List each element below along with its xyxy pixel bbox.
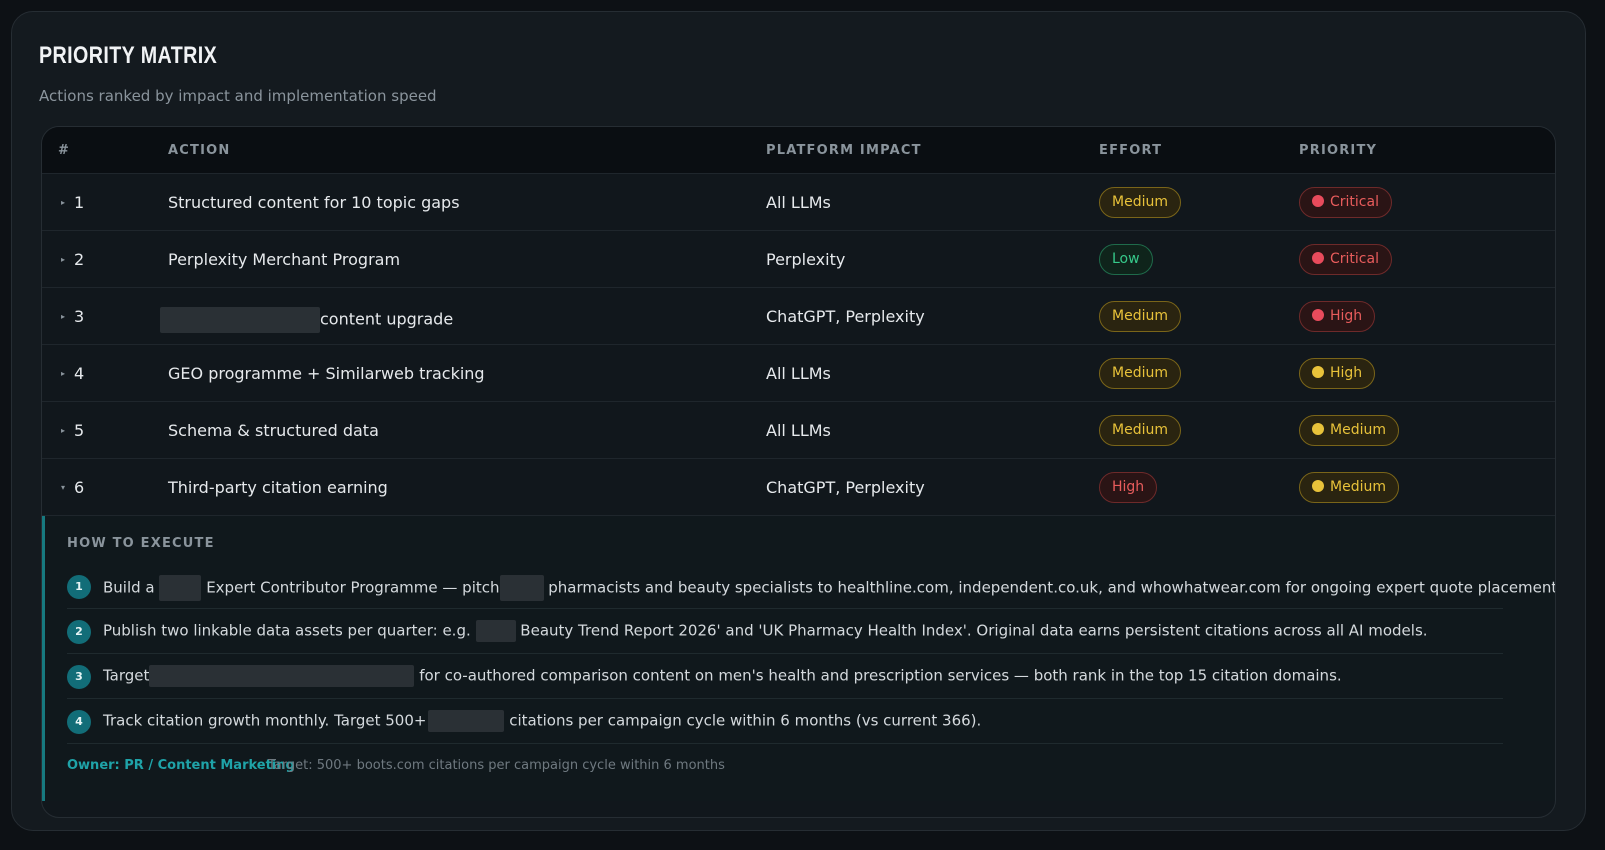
- row-number: 4: [74, 364, 85, 383]
- priority-table: # ACTION PLATFORM IMPACT EFFORT PRIORITY…: [41, 126, 1556, 818]
- column-header-action: ACTION: [168, 143, 231, 158]
- row-action: Perplexity Merchant Program: [168, 250, 401, 269]
- table-row[interactable]: ▸ 2 Perplexity Merchant Program Perplexi…: [42, 231, 1555, 288]
- row-platform: ChatGPT, Perplexity: [766, 307, 925, 326]
- row-platform: All LLMs: [766, 193, 831, 212]
- column-header-num: #: [58, 143, 71, 158]
- expand-caret-icon[interactable]: ▸: [61, 426, 65, 435]
- priority-matrix-card: PRIORITY MATRIX Actions ranked by impact…: [11, 11, 1586, 831]
- page-subtitle: Actions ranked by impact and implementat…: [39, 87, 437, 105]
- priority-label: Medium: [1330, 422, 1386, 438]
- step-number-badge: 1: [67, 575, 91, 599]
- priority-dot-icon: [1312, 309, 1324, 321]
- effort-badge: Medium: [1099, 415, 1181, 446]
- row-action: Third-party citation earning: [168, 478, 388, 497]
- step-text: Track citation growth monthly. Target 50…: [103, 710, 981, 732]
- priority-badge: High: [1299, 301, 1376, 332]
- priority-badge: High: [1299, 358, 1376, 389]
- row-action: Structured content for 10 topic gaps: [168, 193, 460, 212]
- table-row[interactable]: ▸ 3 content upgrade ChatGPT, Perplexity …: [42, 288, 1555, 345]
- table-row[interactable]: ▾ 6 Third-party citation earning ChatGPT…: [42, 459, 1555, 516]
- row-number: 3: [74, 307, 85, 326]
- priority-label: Medium: [1330, 479, 1386, 495]
- priority-dot-icon: [1312, 480, 1324, 492]
- step-text: Publish two linkable data assets per qua…: [103, 620, 1428, 642]
- expand-caret-icon[interactable]: ▸: [61, 255, 65, 264]
- execution-step: 1 Build a Expert Contributor Programme —…: [67, 564, 1555, 609]
- step-number-badge: 2: [67, 620, 91, 644]
- priority-badge: Critical: [1299, 187, 1392, 218]
- priority-label: High: [1330, 365, 1363, 381]
- priority-dot-icon: [1312, 252, 1324, 264]
- expand-caret-icon[interactable]: ▸: [61, 312, 65, 321]
- collapse-caret-icon[interactable]: ▾: [61, 483, 65, 492]
- priority-label: High: [1330, 308, 1363, 324]
- row-platform: All LLMs: [766, 364, 831, 383]
- row-number: 1: [74, 193, 85, 212]
- column-header-platform: PLATFORM IMPACT: [766, 143, 922, 158]
- redacted-block: [428, 710, 505, 732]
- priority-dot-icon: [1312, 195, 1324, 207]
- row-action-text: content upgrade: [320, 309, 454, 329]
- redacted-block: [475, 620, 516, 642]
- row-number: 5: [74, 421, 85, 440]
- priority-badge: Medium: [1299, 472, 1399, 503]
- row-platform: All LLMs: [766, 421, 831, 440]
- owner-label: Owner: PR / Content Marketing: [67, 758, 295, 773]
- column-header-effort: EFFORT: [1099, 143, 1163, 158]
- execution-step: 3 Target for co-authored comparison cont…: [67, 654, 1503, 699]
- execution-step: 4 Track citation growth monthly. Target …: [67, 699, 1503, 744]
- column-header-priority: PRIORITY: [1299, 143, 1378, 158]
- row-detail-panel: HOW TO EXECUTE 1 Build a Expert Contribu…: [42, 516, 1555, 801]
- table-row[interactable]: ▸ 1 Structured content for 10 topic gaps…: [42, 174, 1555, 231]
- table-header: # ACTION PLATFORM IMPACT EFFORT PRIORITY: [42, 127, 1555, 174]
- execution-step: 2 Publish two linkable data assets per q…: [67, 609, 1503, 654]
- effort-badge: Medium: [1099, 187, 1181, 218]
- priority-dot-icon: [1312, 366, 1324, 378]
- row-action: Schema & structured data: [168, 421, 379, 440]
- priority-badge: Critical: [1299, 244, 1392, 275]
- priority-label: Critical: [1330, 251, 1379, 267]
- step-number-badge: 3: [67, 665, 91, 689]
- effort-badge: High: [1099, 472, 1158, 503]
- effort-badge: Low: [1099, 244, 1153, 275]
- step-text: Target for co-authored comparison conten…: [103, 665, 1342, 687]
- expand-caret-icon[interactable]: ▸: [61, 369, 65, 378]
- priority-dot-icon: [1312, 423, 1324, 435]
- redacted-block: [160, 307, 320, 333]
- row-action: content upgrade: [160, 307, 453, 333]
- redacted-block: [159, 575, 202, 601]
- row-platform: ChatGPT, Perplexity: [766, 478, 925, 497]
- page-title: PRIORITY MATRIX: [39, 42, 218, 69]
- row-number: 6: [74, 478, 85, 497]
- row-number: 2: [74, 250, 85, 269]
- row-action: GEO programme + Similarweb tracking: [168, 364, 485, 383]
- table-row[interactable]: ▸ 5 Schema & structured data All LLMs Me…: [42, 402, 1555, 459]
- detail-heading: HOW TO EXECUTE: [67, 536, 215, 551]
- row-platform: Perplexity: [766, 250, 846, 269]
- effort-badge: Medium: [1099, 301, 1181, 332]
- target-label: Target: 500+ boots.com citations per cam…: [268, 758, 725, 773]
- expand-caret-icon[interactable]: ▸: [61, 198, 65, 207]
- step-text: Build a Expert Contributor Programme — p…: [103, 575, 1555, 601]
- priority-badge: Medium: [1299, 415, 1399, 446]
- priority-label: Critical: [1330, 194, 1379, 210]
- effort-badge: Medium: [1099, 358, 1181, 389]
- redacted-block: [499, 575, 544, 601]
- step-number-badge: 4: [67, 710, 91, 734]
- redacted-block: [149, 665, 415, 687]
- table-row[interactable]: ▸ 4 GEO programme + Similarweb tracking …: [42, 345, 1555, 402]
